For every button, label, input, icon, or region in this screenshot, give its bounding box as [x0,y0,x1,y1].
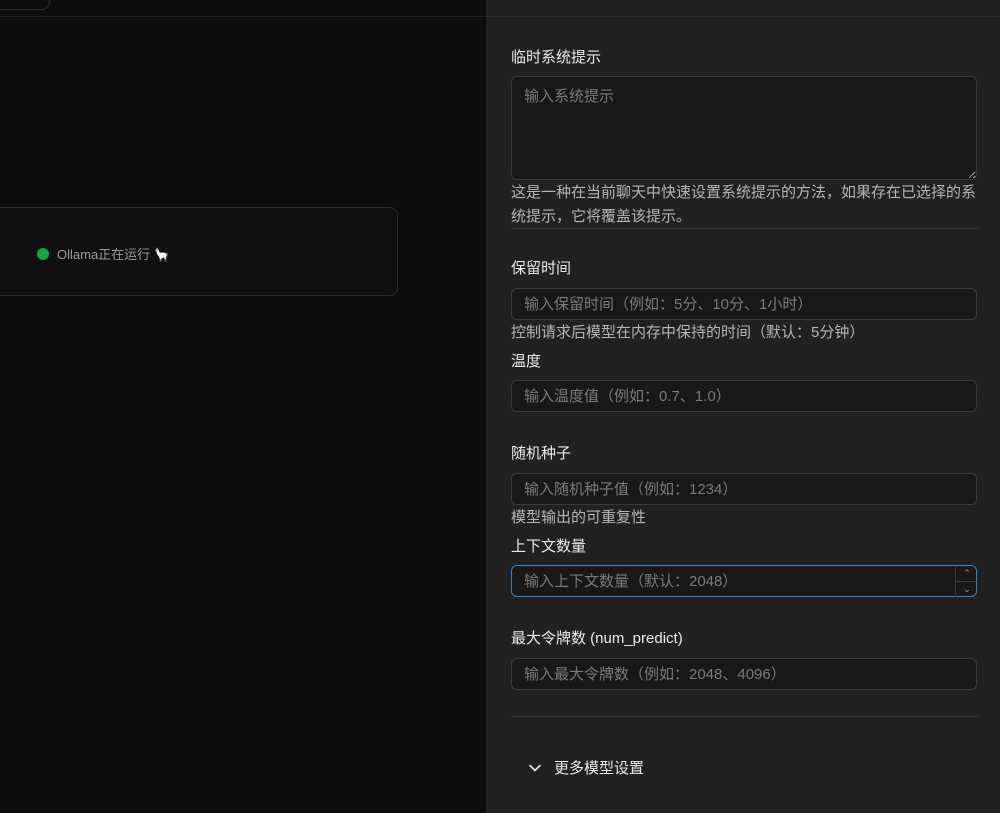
keep-alive-help: 控制请求后模型在内存中保持的时间（默认：5分钟） [511,324,865,341]
keep-alive-label: 保留时间 [511,260,572,277]
temperature-label: 温度 [511,353,542,370]
app-root: Ollama正在运行 🦙 临时系统提示 这是一种在当前聊天中快速设置系统提示的方… [0,0,1000,813]
keep-alive-input[interactable] [511,288,977,320]
status-text: Ollama正在运行 🦙 [57,247,170,262]
more-settings-label: 更多模型设置 [554,760,645,777]
num-predict-label: 最大令牌数 (num_predict) [511,630,683,647]
system-prompt-help: 这是一种在当前聊天中快速设置系统提示的方法，如果存在已选择的系统提示，它将覆盖该… [511,184,977,225]
temperature-input[interactable] [511,380,977,412]
num-predict-input[interactable] [511,658,977,690]
chat-area [0,0,486,813]
seed-label: 随机种子 [511,445,572,462]
seed-input[interactable] [511,473,977,505]
section-divider [511,716,979,717]
more-settings-toggle[interactable]: 更多模型设置 [528,757,644,778]
seed-help: 模型输出的可重复性 [511,509,647,526]
top-control[interactable] [0,0,50,10]
header-divider [0,16,486,17]
stepper-down-icon[interactable]: ⌄ [956,582,978,597]
num-ctx-stepper[interactable]: ⌃ ⌄ [955,566,978,597]
num-ctx-label: 上下文数量 [511,538,587,555]
panel-header-divider [486,16,1000,17]
system-prompt-input[interactable] [511,76,977,180]
chevron-down-icon [529,764,541,771]
ollama-status: Ollama正在运行 🦙 [37,244,170,263]
stepper-up-icon[interactable]: ⌃ [956,566,978,582]
system-prompt-label: 临时系统提示 [511,49,602,66]
num-ctx-input[interactable] [511,565,977,597]
section-divider [511,228,979,229]
status-dot-icon [37,247,49,260]
